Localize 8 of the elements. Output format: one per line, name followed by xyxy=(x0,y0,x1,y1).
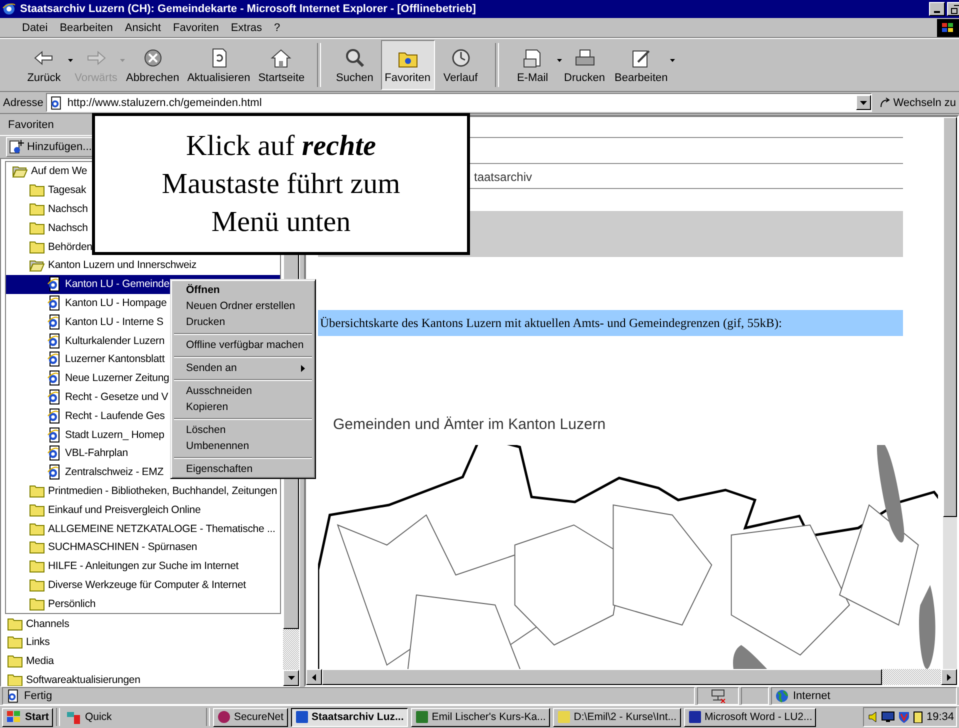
status-text: Fertig xyxy=(24,690,52,702)
map-intro-text: Übersichtskarte des Kantons Luzern mit aktuellen Amts- und Gemeindegrenzen (gif, 55kB): xyxy=(318,310,903,336)
window-title: Staatsarchiv Luzern (CH): Gemeindekarte - Microsoft Internet Explorer - [Offlinebetrieb] xyxy=(20,3,476,15)
zone-text: Internet xyxy=(793,690,830,702)
address-label: Adresse xyxy=(3,96,44,108)
clock: 19:34 xyxy=(926,711,954,723)
map-title: Gemeinden und Ämter im Kanton Luzern xyxy=(333,416,607,433)
page-heading: taatsarchiv xyxy=(474,170,534,184)
